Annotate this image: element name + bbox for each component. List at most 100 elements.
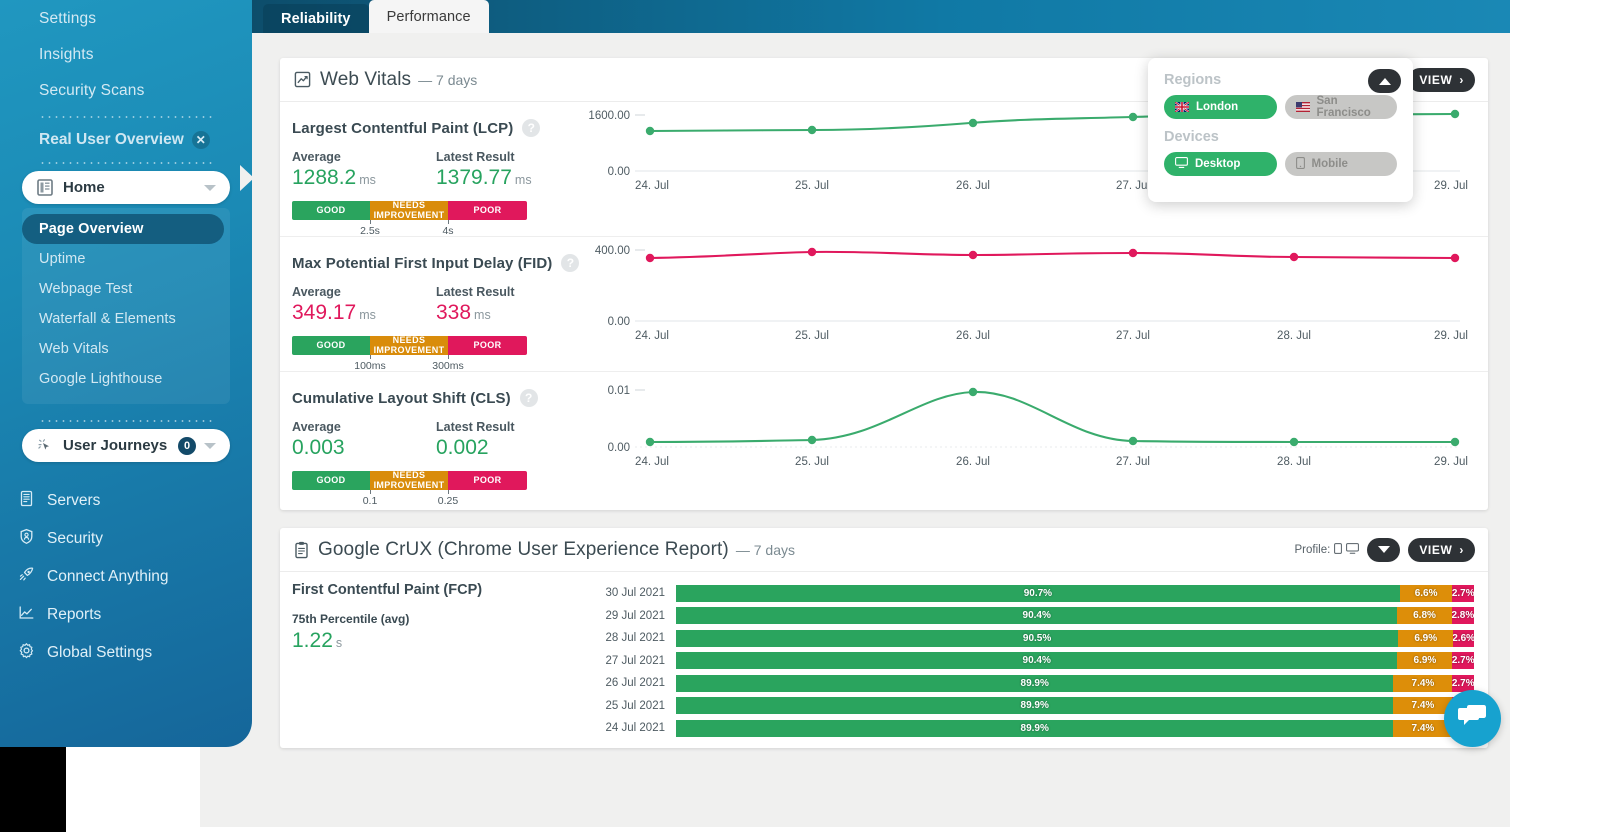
crux-row-date: 25 Jul 2021 bbox=[605, 699, 665, 712]
sidebar-item-uptime[interactable]: Uptime bbox=[22, 244, 230, 274]
metric-cls-average: Average 0.003 bbox=[292, 420, 436, 460]
crux-segment-poor: 2.7% bbox=[1452, 584, 1474, 602]
sidebar-divider-journeys bbox=[39, 420, 213, 422]
crux-row-date: 27 Jul 2021 bbox=[605, 654, 665, 667]
sidebar-item-insights[interactable]: Insights bbox=[0, 37, 252, 73]
crux-segment-needs: 7.4% bbox=[1393, 697, 1453, 715]
scale-tick-1: 100ms bbox=[354, 360, 386, 372]
sidebar-divider-top bbox=[39, 116, 213, 118]
metric-cls-stats: Average 0.003 Latest Result 0.002 bbox=[292, 420, 580, 460]
metric-lcp-scale: GOOD NEEDS IMPROVEMENT POOR bbox=[292, 200, 527, 220]
region-chip-london[interactable]: London bbox=[1164, 95, 1277, 119]
crux-row: 26 Jul 2021 89.9% 7.4% 2.7% bbox=[592, 672, 1474, 695]
sidebar-item-security-scans[interactable]: Security Scans bbox=[0, 73, 252, 109]
sidebar-divider-project bbox=[39, 162, 213, 164]
crux-row: 30 Jul 2021 90.7% 6.6% 2.7% bbox=[592, 582, 1474, 605]
metric-average-value: 1288.2 bbox=[292, 166, 357, 189]
sidebar-item-page-overview[interactable]: Page Overview bbox=[22, 214, 224, 244]
svg-text:25. Jul: 25. Jul bbox=[795, 456, 829, 468]
sidebar-item-security[interactable]: Security bbox=[0, 520, 252, 558]
mobile-icon bbox=[1295, 156, 1305, 172]
device-chip-mobile[interactable]: Mobile bbox=[1284, 152, 1397, 176]
metric-lcp-info: Largest Contentful Paint (LCP) ? Average… bbox=[280, 102, 580, 237]
metric-average-label: Average bbox=[292, 285, 341, 299]
help-icon[interactable]: ? bbox=[522, 119, 541, 137]
crux-row-bar: 89.9% 7.4% 2.7% bbox=[676, 697, 1474, 715]
crux-row-bar: 90.4% 6.8% 2.8% bbox=[676, 607, 1474, 625]
sidebar-user-journeys-dropdown[interactable]: User Journeys 0 bbox=[22, 429, 230, 462]
metric-latest-unit: ms bbox=[514, 173, 532, 187]
web-vitals-view-button[interactable]: VIEW › bbox=[1408, 67, 1475, 92]
svg-text:27. Jul: 27. Jul bbox=[1116, 180, 1150, 192]
metric-cls-latest: Latest Result 0.002 bbox=[436, 420, 580, 460]
metric-average-value: 0.003 bbox=[292, 436, 345, 459]
sidebar-home-dropdown[interactable]: Home bbox=[22, 171, 230, 204]
sidebar-item-waterfall-elements[interactable]: Waterfall & Elements bbox=[22, 304, 230, 334]
crux-profile-label: Profile: bbox=[1294, 543, 1331, 556]
crux-segment-needs: 6.6% bbox=[1399, 584, 1453, 602]
rocket-icon bbox=[18, 566, 35, 588]
chart-line-icon bbox=[18, 604, 35, 626]
crux-view-button[interactable]: VIEW › bbox=[1408, 537, 1475, 562]
sidebar-item-servers[interactable]: Servers bbox=[0, 482, 252, 520]
chevron-down-icon[interactable] bbox=[204, 184, 216, 191]
tab-reliability[interactable]: Reliability bbox=[263, 4, 369, 33]
device-chip-label: Desktop bbox=[1195, 158, 1241, 170]
chat-bubble-button[interactable] bbox=[1444, 690, 1501, 747]
svg-text:0.00: 0.00 bbox=[608, 442, 630, 454]
sidebar-user-journeys-label: User Journeys bbox=[63, 437, 168, 454]
crux-row-bar: 90.4% 6.9% 2.7% bbox=[676, 652, 1474, 670]
sidebar-item-web-vitals[interactable]: Web Vitals bbox=[22, 334, 230, 364]
svg-text:27. Jul: 27. Jul bbox=[1116, 330, 1150, 342]
crux-percentile-label: 75th Percentile (avg) bbox=[292, 612, 410, 626]
tab-bar: Reliability Performance bbox=[263, 0, 489, 33]
sidebar-project-real-user-overview[interactable]: Real User Overview ✕ bbox=[0, 125, 252, 155]
region-chip-san-francisco[interactable]: San Francisco bbox=[1284, 95, 1397, 119]
app-root: Reliability Performance Settings Insight… bbox=[0, 0, 1600, 832]
popup-collapse-button[interactable] bbox=[1368, 69, 1401, 93]
svg-text:29. Jul: 29. Jul bbox=[1434, 180, 1468, 192]
sidebar-item-global-settings[interactable]: Global Settings bbox=[0, 634, 252, 672]
crux-dropdown-button[interactable] bbox=[1367, 537, 1401, 562]
device-chip-desktop[interactable]: Desktop bbox=[1164, 152, 1277, 176]
help-icon[interactable]: ? bbox=[561, 254, 580, 272]
metric-latest-value: 0.002 bbox=[436, 436, 489, 459]
region-chip-label: San Francisco bbox=[1316, 95, 1371, 119]
scale-tick-2: 300ms bbox=[432, 360, 464, 372]
sidebar-item-label: Security bbox=[47, 530, 103, 547]
crux-segment-needs: 7.4% bbox=[1393, 674, 1453, 692]
web-vitals-subtitle: — 7 days bbox=[418, 71, 478, 88]
sidebar-item-settings[interactable]: Settings bbox=[0, 1, 252, 37]
crux-row: 27 Jul 2021 90.4% 6.9% 2.7% bbox=[592, 650, 1474, 673]
svg-text:0.00: 0.00 bbox=[608, 166, 630, 178]
svg-text:29. Jul: 29. Jul bbox=[1434, 456, 1468, 468]
sidebar-selection-notch bbox=[240, 165, 254, 191]
scale-good-segment: GOOD bbox=[292, 336, 370, 355]
metric-cls-scale: GOOD NEEDS IMPROVEMENT POOR bbox=[292, 470, 527, 490]
sidebar-item-reports[interactable]: Reports bbox=[0, 596, 252, 634]
scale-poor-segment: POOR bbox=[448, 471, 527, 490]
close-icon[interactable]: ✕ bbox=[191, 131, 210, 149]
crux-row: 29 Jul 2021 90.4% 6.8% 2.8% bbox=[592, 605, 1474, 628]
chevron-down-icon[interactable] bbox=[204, 442, 216, 449]
tab-performance[interactable]: Performance bbox=[368, 0, 489, 33]
metric-lcp-title: Largest Contentful Paint (LCP) bbox=[292, 119, 514, 137]
crux-segment-good: 89.9% bbox=[676, 719, 1394, 737]
svg-text:26. Jul: 26. Jul bbox=[956, 456, 990, 468]
crux-title: Google CrUX (Chrome User Experience Repo… bbox=[318, 538, 729, 560]
chart-square-icon bbox=[294, 71, 311, 88]
sidebar-item-webpage-test[interactable]: Webpage Test bbox=[22, 274, 230, 304]
crux-percentile-value: 1.22 bbox=[292, 629, 333, 652]
sidebar-item-google-lighthouse[interactable]: Google Lighthouse bbox=[22, 364, 230, 394]
svg-text:26. Jul: 26. Jul bbox=[956, 180, 990, 192]
crux-metric-info: First Contentful Paint (FCP) 75th Percen… bbox=[292, 582, 592, 740]
metric-latest-value: 1379.77 bbox=[436, 166, 512, 189]
crux-segment-good: 89.9% bbox=[676, 697, 1394, 715]
help-icon[interactable]: ? bbox=[519, 389, 538, 407]
scale-good-segment: GOOD bbox=[292, 471, 370, 490]
server-icon bbox=[18, 490, 35, 512]
sidebar-item-connect-anything[interactable]: Connect Anything bbox=[0, 558, 252, 596]
crux-segment-needs: 6.9% bbox=[1398, 629, 1454, 647]
crux-segment-good: 90.7% bbox=[676, 584, 1400, 602]
crux-profile-selector[interactable]: Profile: bbox=[1294, 542, 1360, 557]
